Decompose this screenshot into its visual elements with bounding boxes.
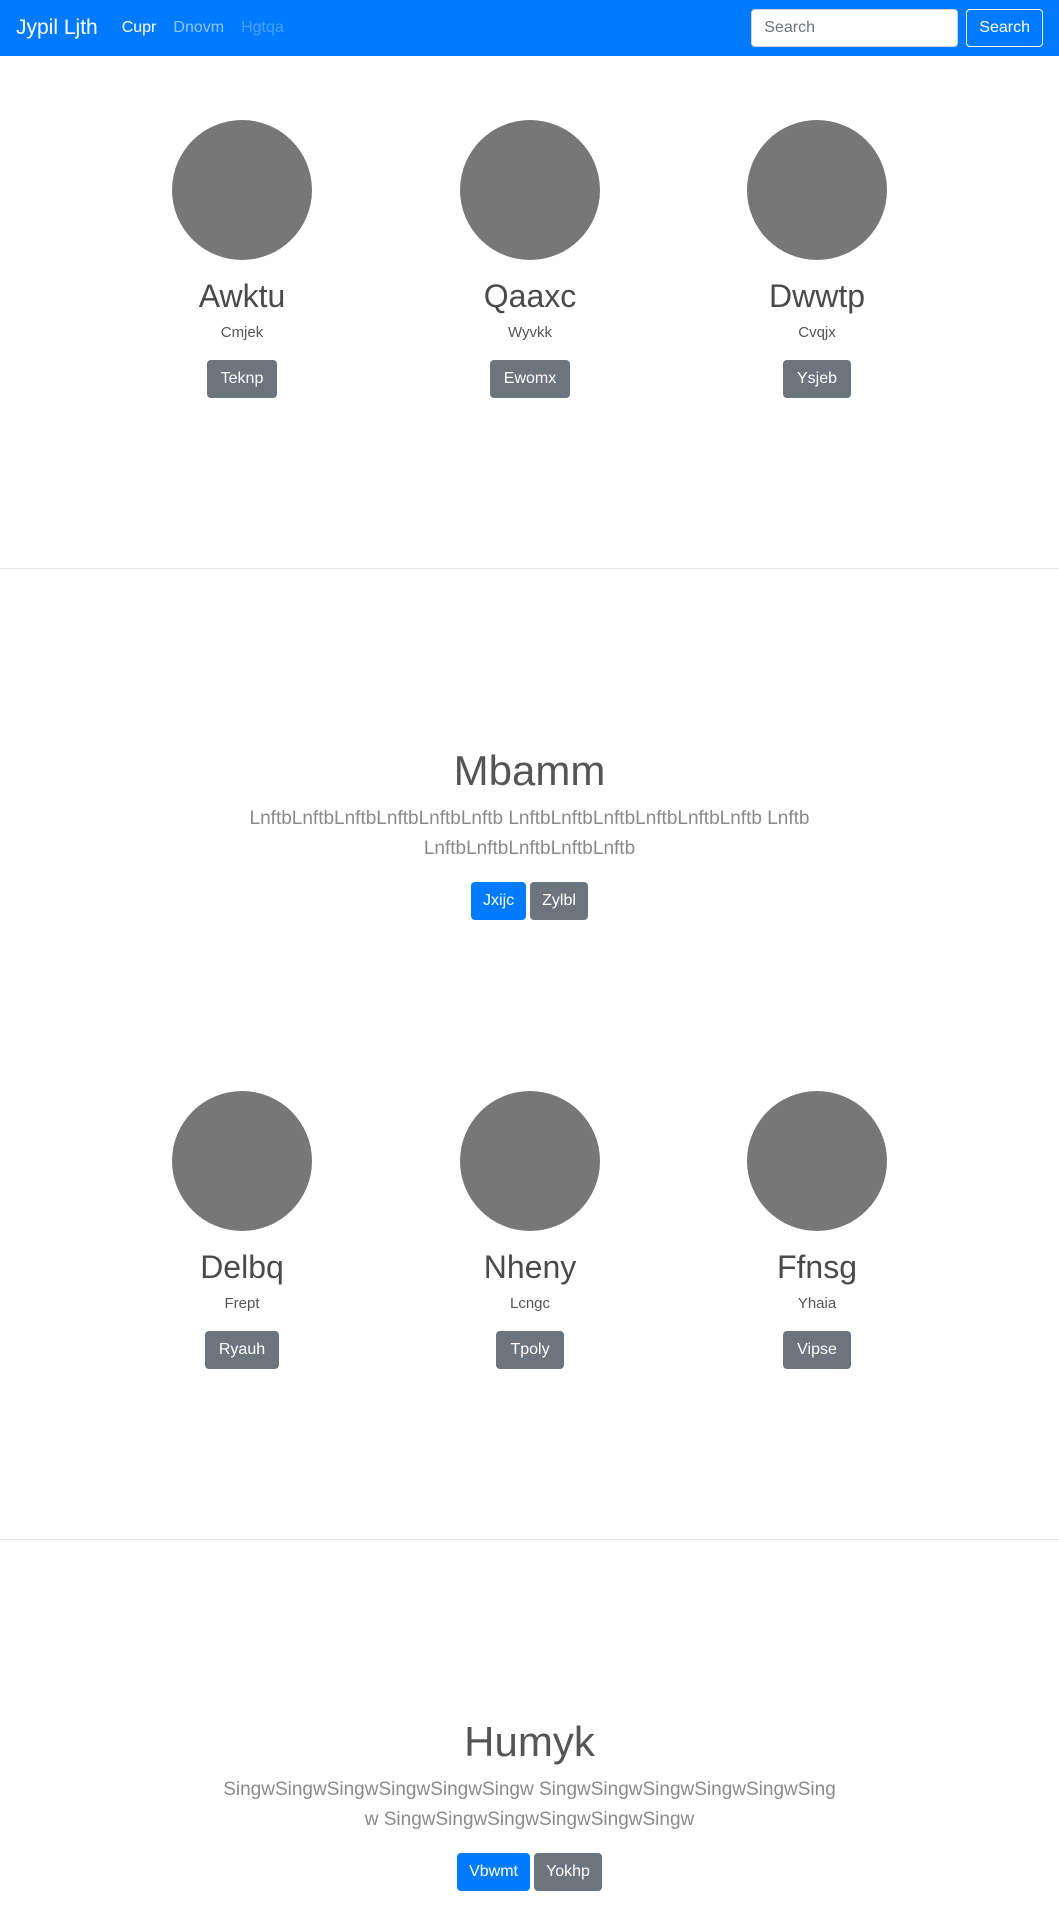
- team-member-card: Qaaxc Wyvkk Ewomx: [380, 120, 680, 398]
- hero-section-2: Humyk SingwSingwSingwSingwSingwSingw Sin…: [0, 1717, 1059, 1891]
- member-name: Qaaxc: [483, 278, 577, 314]
- team-member-card: Awktu Cmjek Teknp: [92, 120, 392, 398]
- member-role: Cvqjx: [798, 324, 836, 341]
- member-button[interactable]: Ewomx: [489, 360, 571, 398]
- hero-lead-text: SingwSingwSingwSingwSingwSingw SingwSing…: [223, 1779, 836, 1830]
- avatar: [172, 120, 312, 260]
- hero-secondary-button[interactable]: Yokhp: [534, 1853, 602, 1891]
- navbar-brand[interactable]: Jypil Ljth: [16, 16, 98, 40]
- hero-heading: Humyk: [464, 1718, 595, 1765]
- hero-primary-button[interactable]: Jxijc: [471, 882, 527, 920]
- member-role: Yhaia: [797, 1295, 837, 1312]
- member-button[interactable]: Teknp: [206, 360, 278, 398]
- hero-button-group: Jxijc Zylbl: [471, 882, 588, 920]
- member-button[interactable]: Ysjeb: [782, 360, 852, 398]
- member-role: Cmjek: [220, 324, 264, 341]
- team-row-2: Delbq Frept Ryauh Nheny Lcngc Tpoly Ffns…: [0, 1091, 1059, 1391]
- team-member-card: Delbq Frept Ryauh: [92, 1091, 392, 1369]
- team-member-card: Ffnsg Yhaia Vipse: [667, 1091, 967, 1369]
- member-button[interactable]: Ryauh: [204, 1331, 280, 1369]
- member-name: Nheny: [483, 1249, 577, 1285]
- hero-primary-button[interactable]: Vbwmt: [457, 1853, 530, 1891]
- hero-heading: Mbamm: [453, 747, 606, 794]
- member-button[interactable]: Tpoly: [496, 1331, 564, 1369]
- member-role: Wyvkk: [507, 324, 553, 341]
- hero-button-group: Vbwmt Yokhp: [457, 1853, 602, 1891]
- member-name: Delbq: [200, 1249, 284, 1285]
- member-name: Ffnsg: [776, 1249, 858, 1285]
- avatar: [747, 1091, 887, 1231]
- team-member-card: Dwwtp Cvqjx Ysjeb: [667, 120, 967, 398]
- search-button[interactable]: Search: [966, 9, 1043, 47]
- nav-link-hgtqa: Hgtqa: [241, 19, 284, 36]
- member-name: Dwwtp: [768, 278, 865, 314]
- member-role: Frept: [224, 1295, 260, 1312]
- top-navbar: Jypil Ljth Cupr Dnovm Hgtqa Search: [0, 0, 1059, 56]
- hero-secondary-button[interactable]: Zylbl: [530, 882, 588, 920]
- nav-link-cupr[interactable]: Cupr: [122, 19, 157, 37]
- avatar: [747, 120, 887, 260]
- team-row-1: Awktu Cmjek Teknp Qaaxc Wyvkk Ewomx Dwwt…: [0, 120, 1059, 420]
- hero-section-1: Mbamm LnftbLnftbLnftbLnftbLnftbLnftb Lnf…: [0, 746, 1059, 920]
- hero-lead-text: LnftbLnftbLnftbLnftbLnftbLnftb LnftbLnft…: [249, 808, 810, 859]
- section-divider: [0, 568, 1059, 569]
- avatar: [172, 1091, 312, 1231]
- nav-link-dnovm[interactable]: Dnovm: [173, 19, 224, 37]
- section-divider: [0, 1539, 1059, 1540]
- avatar: [460, 1091, 600, 1231]
- member-role: Lcngc: [509, 1295, 551, 1312]
- member-name: Awktu: [198, 278, 286, 314]
- member-button[interactable]: Vipse: [783, 1331, 851, 1369]
- team-member-card: Nheny Lcngc Tpoly: [380, 1091, 680, 1369]
- search-input[interactable]: [751, 9, 959, 47]
- avatar: [460, 120, 600, 260]
